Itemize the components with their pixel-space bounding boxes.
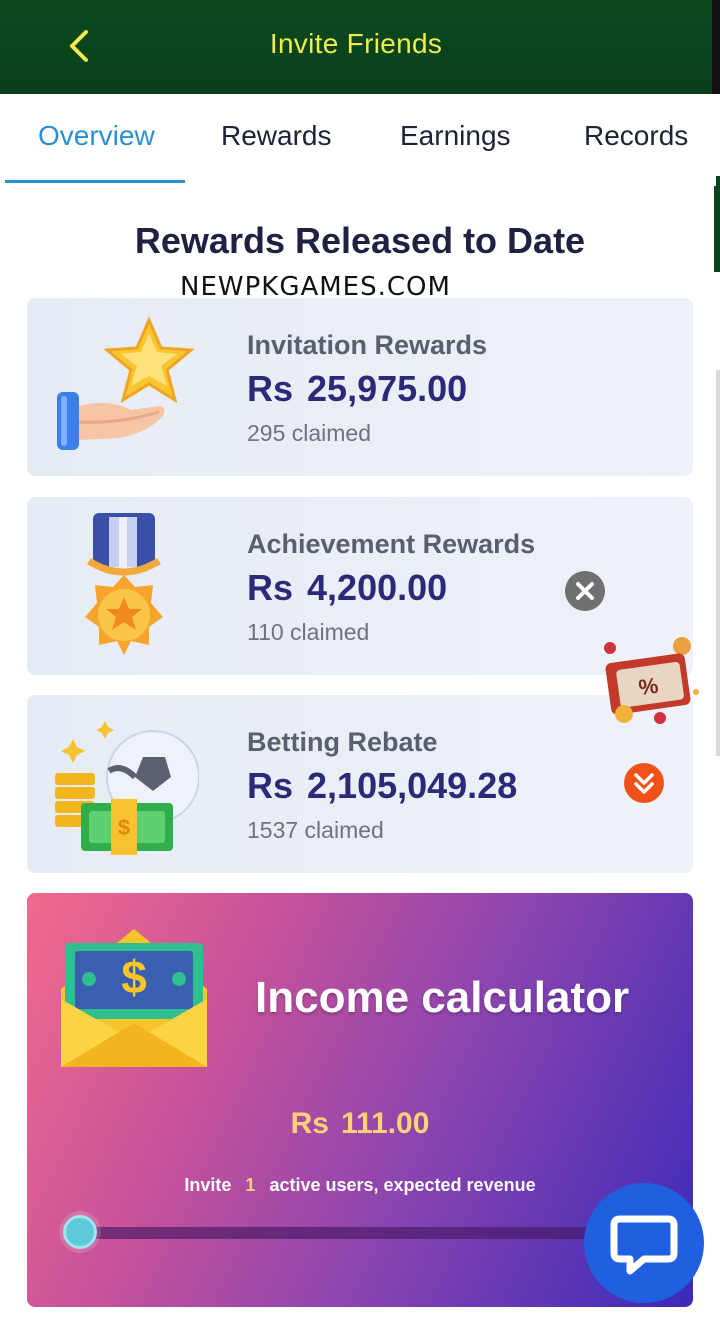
double-chevron-down-icon bbox=[634, 773, 654, 794]
close-icon bbox=[576, 582, 594, 600]
svg-text:$: $ bbox=[118, 815, 130, 840]
revenue-value: 111.00 bbox=[340, 1107, 430, 1140]
reward-amount: Rs 25,975.00 bbox=[247, 368, 467, 410]
scrollbar[interactable] bbox=[716, 370, 720, 756]
live-chat-button[interactable] bbox=[584, 1183, 704, 1303]
top-app-bar: Invite Friends bbox=[0, 0, 720, 94]
coins-football-cash-icon: $ bbox=[49, 711, 200, 857]
reward-amount: Rs 2,105,049.28 bbox=[247, 765, 517, 807]
scroll-down-button[interactable] bbox=[624, 763, 664, 803]
gift-coupon-icon: % bbox=[604, 637, 699, 724]
caption-prefix: Invite bbox=[184, 1175, 232, 1195]
reward-label: Betting Rebate bbox=[247, 727, 438, 757]
money-envelope-icon: $ bbox=[61, 929, 207, 1067]
calculator-title: Income calculator bbox=[255, 973, 630, 1022]
amount-value: 4,200.00 bbox=[307, 567, 448, 608]
tab-records[interactable]: Records bbox=[584, 120, 688, 152]
tab-earnings[interactable]: Earnings bbox=[400, 120, 511, 152]
currency-label: Rs bbox=[247, 765, 294, 806]
reward-label: Invitation Rewards bbox=[247, 330, 488, 360]
tab-overview[interactable]: Overview bbox=[38, 120, 155, 152]
caption-suffix: active users, expected revenue bbox=[269, 1175, 536, 1195]
claimed-count: 295 claimed bbox=[247, 420, 372, 446]
section-title: Rewards Released to Date bbox=[134, 220, 586, 261]
medal-icon bbox=[49, 513, 199, 659]
claimed-count: 1537 claimed bbox=[247, 817, 384, 843]
amount-value: 2,105,049.28 bbox=[307, 765, 518, 806]
promo-gift-button[interactable]: % bbox=[586, 636, 706, 728]
invite-count-slider[interactable] bbox=[75, 1227, 615, 1239]
svg-text:$: $ bbox=[121, 951, 147, 1003]
active-users-count: 1 bbox=[245, 1175, 256, 1195]
page-title: Invite Friends bbox=[269, 28, 443, 59]
currency-label: Rs bbox=[247, 368, 294, 409]
svg-text:%: % bbox=[637, 673, 660, 700]
expected-revenue: Rs 111.00 bbox=[27, 1107, 693, 1141]
reward-amount: Rs 4,200.00 bbox=[247, 567, 447, 609]
currency-label: Rs bbox=[290, 1107, 329, 1140]
chat-bubble-icon bbox=[610, 1215, 678, 1275]
active-tab-indicator bbox=[5, 180, 185, 183]
amount-value: 25,975.00 bbox=[307, 368, 468, 409]
tab-bar: Overview Rewards Earnings Records bbox=[0, 94, 716, 186]
hand-star-icon bbox=[49, 314, 199, 460]
reward-card-invitation[interactable]: Invitation Rewards Rs 25,975.00 295 claim… bbox=[27, 298, 693, 476]
currency-label: Rs bbox=[247, 567, 294, 608]
tab-rewards[interactable]: Rewards bbox=[221, 120, 331, 152]
reward-label: Achievement Rewards bbox=[247, 529, 536, 559]
claimed-count: 110 claimed bbox=[247, 619, 370, 645]
close-button[interactable] bbox=[565, 571, 605, 611]
slider-handle[interactable] bbox=[63, 1215, 97, 1249]
